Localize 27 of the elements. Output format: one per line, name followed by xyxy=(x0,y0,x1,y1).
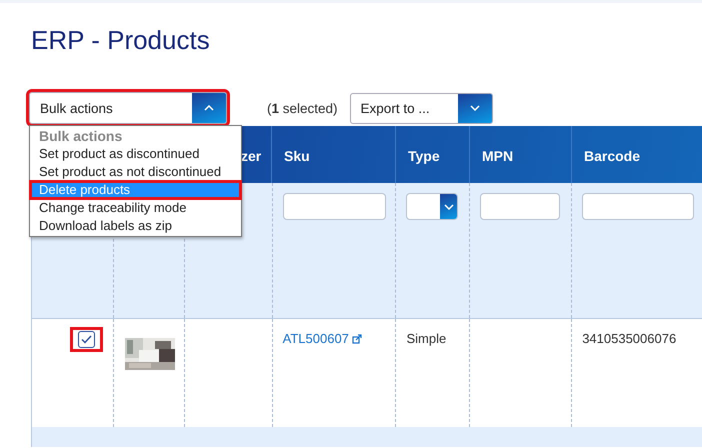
filter-field[interactable] xyxy=(582,193,694,220)
menu-item[interactable]: Set product as discontinued xyxy=(30,145,241,163)
row-checkbox[interactable] xyxy=(78,331,95,348)
sku-link[interactable]: ATL500607 xyxy=(282,331,362,346)
menu-item[interactable]: Change traceability mode xyxy=(30,199,241,217)
bulk-actions-dropdown[interactable]: Bulk actions xyxy=(29,92,227,124)
column-header: Sku xyxy=(284,148,310,164)
menu-item[interactable]: Set product as not discontinued xyxy=(30,163,241,181)
check-icon xyxy=(80,335,92,344)
caret-down-icon xyxy=(470,105,480,111)
table-cell: Simple xyxy=(406,331,446,346)
filter-dropdown[interactable] xyxy=(406,193,458,220)
selection-count: (1 selected) xyxy=(267,100,338,116)
external-link-icon xyxy=(352,334,362,344)
filter-field[interactable] xyxy=(282,193,386,220)
column-header: Type xyxy=(408,148,440,164)
export-dropdown[interactable]: Export to ... xyxy=(350,92,493,124)
caret-up-icon xyxy=(204,105,214,111)
menu-item[interactable]: Download labels as zip xyxy=(30,217,241,235)
table-cell: 3410535006076 xyxy=(582,331,676,346)
column-header: zer xyxy=(241,148,262,164)
column-header: MPN xyxy=(482,148,514,164)
filter-field[interactable] xyxy=(480,193,560,220)
caret-down-icon xyxy=(444,204,454,210)
menu-group-label: Bulk actions xyxy=(38,127,124,145)
page-title: ERP - Products xyxy=(30,24,211,57)
column-header: Barcode xyxy=(584,148,640,164)
